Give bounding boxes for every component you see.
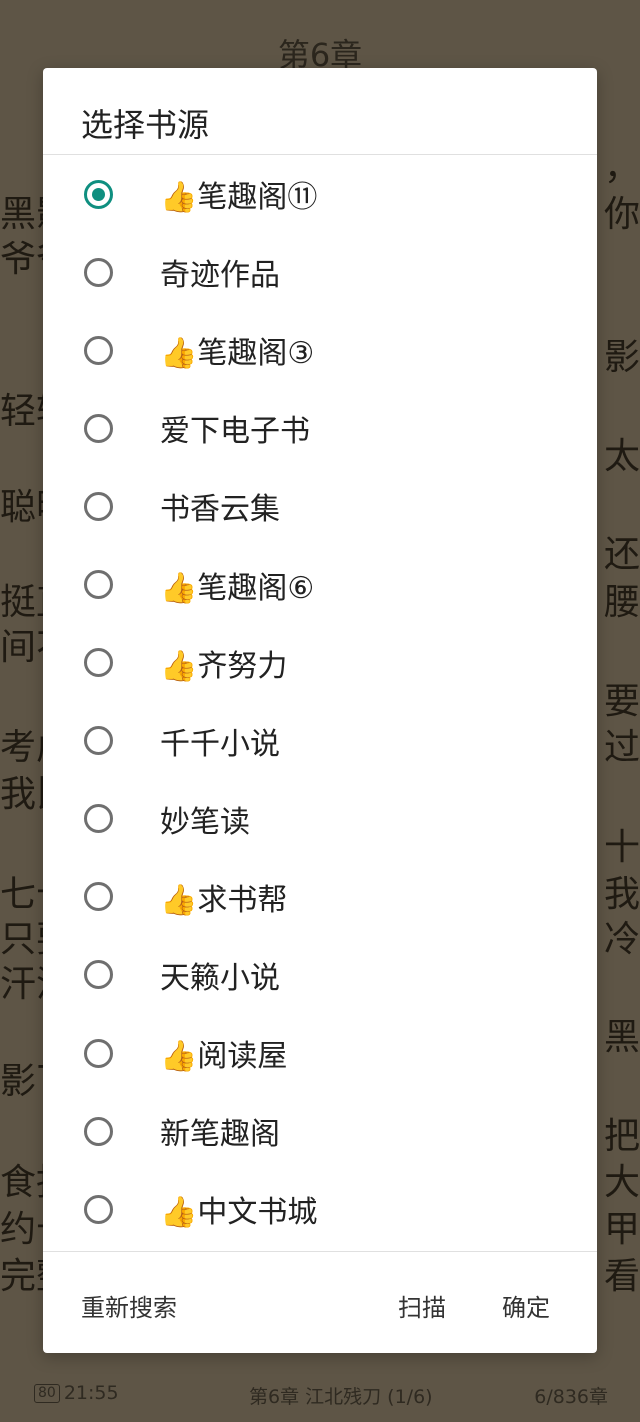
source-select-dialog: 选择书源 👍笔趣阁⑪ 奇迹作品 👍笔趣阁③ 爱下电子书书香云集 👍笔趣阁⑥ 👍齐努力千千小… bbox=[43, 68, 597, 1353]
background-text-fragment: ， bbox=[603, 147, 640, 188]
radio-unchecked-icon[interactable] bbox=[84, 257, 113, 287]
radio-unchecked-icon[interactable] bbox=[84, 726, 113, 756]
source-list-item[interactable]: 妙笔读 bbox=[43, 780, 597, 858]
source-label: 千千小说 bbox=[160, 726, 280, 762]
source-list-item[interactable]: 👍笔趣阁⑥ bbox=[43, 545, 597, 623]
background-text-fragment: 过 bbox=[603, 727, 640, 768]
source-list-item[interactable]: 天籁小说 bbox=[43, 936, 597, 1014]
source-list-item[interactable]: 新笔趣阁 bbox=[43, 1092, 597, 1170]
background-text-fragment: 影 bbox=[603, 337, 640, 378]
background-text-fragment: 黑 bbox=[603, 1017, 640, 1058]
source-label: 书香云集 bbox=[160, 492, 280, 528]
battery-icon: 80 bbox=[34, 1384, 60, 1403]
research-button[interactable]: 重新搜索 bbox=[81, 1288, 177, 1323]
background-text-fragment: 冷 bbox=[603, 919, 640, 960]
radio-unchecked-icon[interactable] bbox=[84, 1038, 113, 1068]
radio-unchecked-icon[interactable] bbox=[84, 413, 113, 443]
source-label: 👍齐努力 bbox=[160, 648, 288, 684]
radio-unchecked-icon[interactable] bbox=[84, 491, 113, 521]
reader-status-bar: 80 21:55 第6章 江北残刀 (1/6) 6/836章 bbox=[0, 1382, 640, 1410]
scan-button[interactable]: 扫描 bbox=[398, 1288, 446, 1323]
source-label: 👍中文书城 bbox=[160, 1195, 318, 1231]
source-list-item[interactable]: 爱下电子书 bbox=[43, 389, 597, 467]
background-text-fragment: 把 bbox=[603, 1116, 640, 1157]
radio-checked-icon[interactable] bbox=[84, 179, 113, 209]
book-progress: 6/836章 bbox=[534, 1386, 608, 1408]
source-list-item[interactable]: 👍齐努力 bbox=[43, 624, 597, 702]
source-list-item[interactable]: 👍中文书城 bbox=[43, 1170, 597, 1248]
source-label: 👍笔趣阁⑪ bbox=[160, 180, 318, 216]
source-list-item[interactable]: 奇迹作品 bbox=[43, 233, 597, 311]
dialog-title: 选择书源 bbox=[81, 106, 210, 144]
source-label: 👍求书帮 bbox=[160, 882, 288, 918]
background-text-fragment: 腰 bbox=[603, 582, 640, 623]
source-label: 爱下电子书 bbox=[160, 414, 310, 450]
source-list-item[interactable]: 👍阅读屋 bbox=[43, 1014, 597, 1092]
chapter-progress: 第6章 江北残刀 (1/6) bbox=[249, 1386, 433, 1408]
background-text-fragment: 你 bbox=[603, 194, 640, 235]
radio-unchecked-icon[interactable] bbox=[84, 804, 113, 834]
background-text-fragment: 大 bbox=[603, 1162, 640, 1203]
radio-unchecked-icon[interactable] bbox=[84, 1116, 113, 1146]
source-label: 奇迹作品 bbox=[160, 258, 280, 294]
source-list-item[interactable]: 👍求书帮 bbox=[43, 858, 597, 936]
source-list-item[interactable]: 👍笔趣阁⑪ bbox=[43, 155, 597, 233]
source-label: 妙笔读 bbox=[160, 804, 250, 840]
radio-unchecked-icon[interactable] bbox=[84, 570, 113, 600]
battery-time: 80 21:55 bbox=[34, 1382, 119, 1404]
confirm-button[interactable]: 确定 bbox=[502, 1288, 550, 1323]
radio-unchecked-icon[interactable] bbox=[84, 882, 113, 912]
source-label: 👍阅读屋 bbox=[160, 1039, 288, 1075]
source-list-item[interactable]: 书香云集 bbox=[43, 467, 597, 545]
source-list-item[interactable]: 👍笔趣阁③ bbox=[43, 311, 597, 389]
background-text-fragment: 还 bbox=[603, 534, 640, 575]
background-text-fragment: 十 bbox=[603, 827, 640, 868]
background-text-fragment: 看 bbox=[603, 1256, 640, 1297]
radio-unchecked-icon[interactable] bbox=[84, 648, 113, 678]
source-label: 👍笔趣阁⑥ bbox=[160, 570, 315, 606]
source-list[interactable]: 👍笔趣阁⑪ 奇迹作品 👍笔趣阁③ 爱下电子书书香云集 👍笔趣阁⑥ 👍齐努力千千小说妙笔读 👍… bbox=[43, 155, 597, 1250]
background-text-fragment: 甲 bbox=[603, 1209, 640, 1250]
radio-unchecked-icon[interactable] bbox=[84, 335, 113, 365]
radio-unchecked-icon[interactable] bbox=[84, 960, 113, 990]
background-text-fragment: 要 bbox=[603, 681, 640, 722]
clock-time: 21:55 bbox=[63, 1382, 119, 1404]
footer-divider bbox=[43, 1251, 597, 1252]
source-label: 👍笔趣阁③ bbox=[160, 336, 315, 372]
source-label: 新笔趣阁 bbox=[160, 1117, 280, 1153]
background-text-fragment: 我 bbox=[603, 874, 640, 915]
background-text-fragment: 太 bbox=[603, 436, 640, 477]
source-list-item[interactable]: 千千小说 bbox=[43, 702, 597, 780]
source-label: 天籁小说 bbox=[160, 960, 280, 996]
radio-unchecked-icon[interactable] bbox=[84, 1194, 113, 1224]
